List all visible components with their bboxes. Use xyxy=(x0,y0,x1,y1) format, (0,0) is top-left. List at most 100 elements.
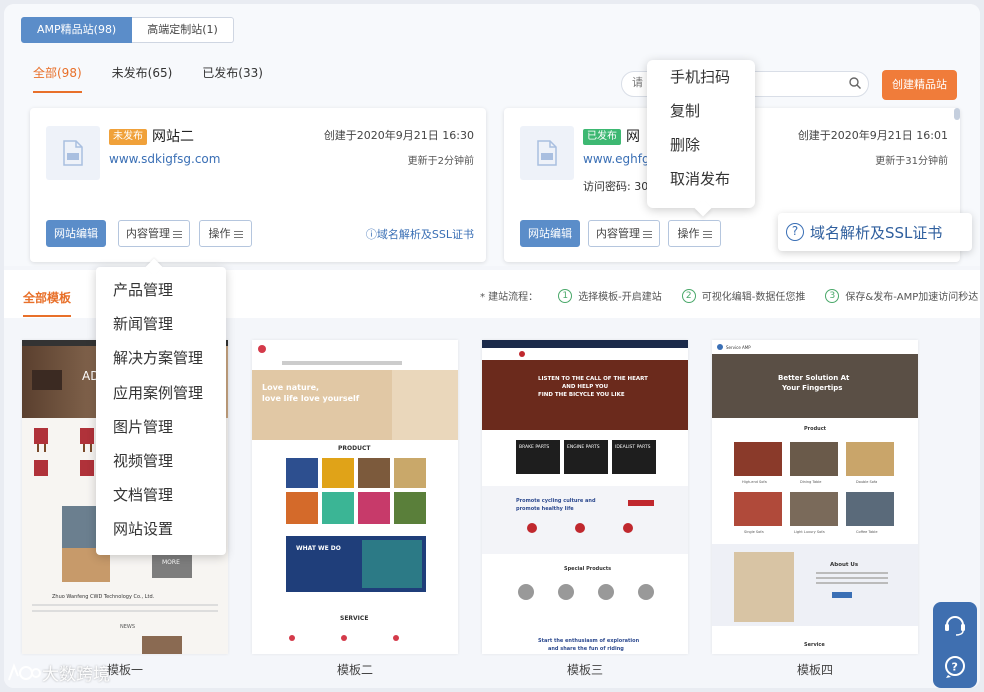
template-3-hero-2: AND HELP YOU xyxy=(562,384,608,390)
menu-item-news[interactable]: 新闻管理 xyxy=(96,307,226,341)
menu-item-site-settings[interactable]: 网站设置 xyxy=(96,512,226,546)
template-name: 模板四 xyxy=(796,663,833,677)
menu-lines-icon xyxy=(233,229,243,240)
template-4-product-6: Coffee Table xyxy=(856,530,877,534)
template-3-hero-1: LISTEN TO THE CALL OF THE HEART xyxy=(538,376,648,382)
menu-item-delete[interactable]: 删除 xyxy=(647,128,755,162)
status-badge: 已发布 xyxy=(583,129,621,145)
operations-button[interactable]: 操作 xyxy=(668,220,721,247)
template-4-hero-1: Better Solution At xyxy=(778,374,850,382)
site-domain-link[interactable]: www.sdkigfsg.com xyxy=(109,152,220,166)
content-manage-button[interactable]: 内容管理 xyxy=(588,220,660,247)
tab-unpublished[interactable]: 未发布(65) xyxy=(112,64,173,93)
template-3-promo-2: promote healthy life xyxy=(516,506,574,512)
template-4-preview: Service AMP Better Solution At Your Fing… xyxy=(712,340,918,654)
template-2-hero-2: love life love yourself xyxy=(262,394,360,403)
status-badge: 未发布 xyxy=(109,129,147,145)
template-2-section-2: WHAT WE DO xyxy=(296,545,341,552)
template-card-4[interactable]: Service AMP Better Solution At Your Fing… xyxy=(712,340,918,654)
tab-amp-sites[interactable]: AMP精品站(98) xyxy=(21,17,133,43)
tab-custom-sites[interactable]: 高端定制站(1) xyxy=(132,17,234,43)
template-1-footer: Zhuo Wanfeng CWD Technology Co., Ltd. xyxy=(52,594,155,600)
operations-menu: 手机扫码 复制 删除 取消发布 xyxy=(647,60,755,217)
template-4-about: About Us xyxy=(830,562,859,568)
menu-item-copy[interactable]: 复制 xyxy=(647,94,755,128)
template-2-section-3: SERVICE xyxy=(340,615,368,622)
step-number: 2 xyxy=(681,288,696,303)
site-thumbnail-icon xyxy=(520,126,574,180)
menu-item-solutions[interactable]: 解决方案管理 xyxy=(96,341,226,375)
menu-lines-icon xyxy=(702,229,712,240)
template-4-brand: Service AMP xyxy=(726,345,751,350)
menu-lines-icon xyxy=(173,229,182,240)
site-name: 网站二 xyxy=(152,129,194,145)
template-1-news: NEWS xyxy=(120,624,135,630)
operations-button[interactable]: 操作 xyxy=(199,220,252,247)
dns-ssl-label: 域名解析及SSL证书 xyxy=(376,228,474,241)
dns-ssl-link[interactable]: ⓘ域名解析及SSL证书 xyxy=(366,226,474,242)
template-3-cat-2: ENGINE PARTS xyxy=(567,444,600,450)
template-2-section-1: PRODUCT xyxy=(338,445,371,452)
step-number: 1 xyxy=(558,288,573,303)
menu-item-videos[interactable]: 视频管理 xyxy=(96,444,226,478)
search-icon[interactable] xyxy=(848,76,862,90)
tab-published[interactable]: 已发布(33) xyxy=(202,64,263,93)
content-manage-menu: 产品管理 新闻管理 解决方案管理 应用案例管理 图片管理 视频管理 文档管理 网… xyxy=(96,258,226,555)
template-name: 模板三 xyxy=(566,663,603,677)
tab-all[interactable]: 全部(98) xyxy=(33,64,82,93)
customer-service-button[interactable] xyxy=(933,602,977,645)
status-tabs: 全部(98) 未发布(65) 已发布(33) xyxy=(33,64,263,93)
help-icon: ? xyxy=(786,223,804,241)
template-4-product-3: Double Sofa xyxy=(856,480,877,484)
flow-label: * 建站流程： xyxy=(480,292,539,303)
watermark: 大数跨境 xyxy=(6,660,110,685)
step-text: 保存&发布-AMP加速访问秒达 xyxy=(845,292,979,303)
floating-support: ? xyxy=(933,602,977,688)
dns-ssl-callout[interactable]: ? 域名解析及SSL证书 xyxy=(778,213,972,251)
template-4-product-5: Light Luxury Sofa xyxy=(794,530,825,534)
create-site-button[interactable]: 创建精品站 xyxy=(882,70,957,100)
menu-item-scan[interactable]: 手机扫码 xyxy=(647,60,755,94)
template-3-promo-1: Promote cycling culture and xyxy=(516,498,596,504)
menu-item-documents[interactable]: 文档管理 xyxy=(96,478,226,512)
edit-site-button[interactable]: 网站编辑 xyxy=(520,220,580,247)
step-text: 可视化编辑-数据任您推 xyxy=(701,292,806,303)
template-card-3[interactable]: LISTEN TO THE CALL OF THE HEART AND HELP… xyxy=(482,340,688,654)
menu-item-images[interactable]: 图片管理 xyxy=(96,410,226,444)
site-thumbnail-icon xyxy=(46,126,100,180)
template-3-hero-3: FIND THE BICYCLE YOU LIKE xyxy=(538,392,625,398)
menu-item-cases[interactable]: 应用案例管理 xyxy=(96,376,226,410)
dns-ssl-callout-label: 域名解析及SSL证书 xyxy=(810,223,943,242)
edit-site-button[interactable]: 网站编辑 xyxy=(46,220,106,247)
template-4-product-1: High-end Sofa xyxy=(742,480,767,484)
menu-item-products[interactable]: 产品管理 xyxy=(96,273,226,307)
operations-label: 操作 xyxy=(208,227,231,240)
watermark-text: 大数跨境 xyxy=(42,665,110,685)
step-number: 3 xyxy=(825,288,840,303)
template-card-2[interactable]: Love nature, love life love yourself PRO… xyxy=(252,340,458,654)
created-time: 创建于2020年9月21日 16:30 xyxy=(323,129,474,142)
updated-time: 更新于31分钟前 xyxy=(875,156,948,167)
template-4-product-4: Single Sofa xyxy=(744,530,764,534)
template-3-bottom-2: and share the fun of riding xyxy=(548,646,624,652)
tab-all-templates[interactable]: 全部模板 xyxy=(23,289,72,317)
scrollbar[interactable] xyxy=(954,108,960,120)
template-3-cat-1: BRAKE PARTS xyxy=(519,444,549,450)
svg-text:?: ? xyxy=(952,660,958,673)
help-button[interactable]: ? xyxy=(933,645,977,688)
site-name: 网 xyxy=(626,129,640,145)
build-flow: * 建站流程： 1 选择模板-开启建站 2 可视化编辑-数据任您推 3 保存&发布-A… xyxy=(480,288,978,303)
template-4-service: Service xyxy=(804,642,825,648)
updated-time: 更新于2分钟前 xyxy=(407,156,474,167)
template-3-bottom-1: Start the enthusiasm of exploration xyxy=(538,638,640,644)
menu-item-unpublish[interactable]: 取消发布 xyxy=(647,162,755,196)
template-4-section-1: Product xyxy=(804,426,827,432)
content-manage-button[interactable]: 内容管理 xyxy=(118,220,190,247)
headset-icon xyxy=(945,615,965,636)
access-password: 访问密码: 301 xyxy=(583,180,656,193)
site-card: 未发布 网站二 www.sdkigfsg.com 创建于2020年9月21日 1… xyxy=(30,108,486,262)
content-manage-label: 内容管理 xyxy=(126,227,170,240)
template-4-product-2: Dining Table xyxy=(800,480,821,484)
template-name: 模板二 xyxy=(336,663,373,677)
site-domain-link[interactable]: www.eghfg xyxy=(583,152,650,166)
